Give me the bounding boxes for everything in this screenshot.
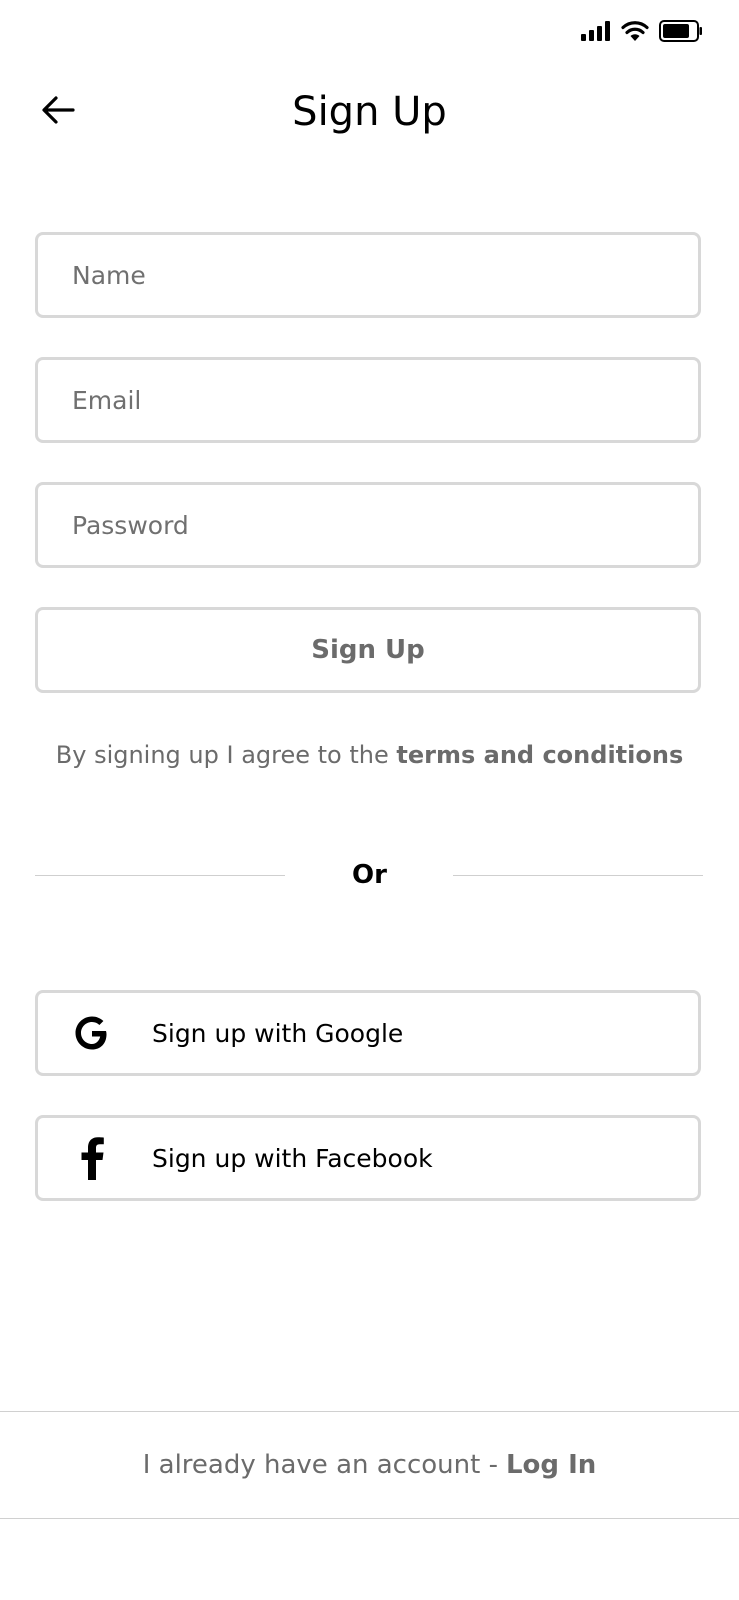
sign-up-button[interactable]: Sign Up xyxy=(35,607,701,693)
battery-icon xyxy=(659,20,703,46)
terms-prefix: By signing up I agree to the xyxy=(55,741,389,769)
facebook-signup-button[interactable]: Sign up with Facebook xyxy=(35,1115,701,1201)
name-field-container xyxy=(35,232,701,318)
divider-right xyxy=(453,875,703,876)
google-icon xyxy=(72,1011,112,1055)
terms-text: By signing up I agree to the terms and c… xyxy=(0,738,739,772)
signal-icon xyxy=(581,21,611,45)
wifi-icon xyxy=(621,20,649,46)
email-field-container xyxy=(35,357,701,443)
footer-prefix: I already have an account - xyxy=(142,1450,498,1480)
status-icons xyxy=(581,20,703,46)
facebook-signup-label: Sign up with Facebook xyxy=(152,1143,433,1173)
footer: I already have an account - Log In xyxy=(0,1412,739,1518)
header: Sign Up xyxy=(0,70,739,154)
email-field[interactable] xyxy=(38,360,698,440)
page-title: Sign Up xyxy=(292,89,447,135)
terms-link[interactable]: terms and conditions xyxy=(396,741,683,769)
google-signup-button[interactable]: Sign up with Google xyxy=(35,990,701,1076)
password-field[interactable] xyxy=(38,485,698,565)
log-in-link[interactable]: Log In xyxy=(506,1450,596,1480)
password-field-container xyxy=(35,482,701,568)
status-bar xyxy=(0,0,739,66)
google-signup-label: Sign up with Google xyxy=(152,1018,404,1048)
name-field[interactable] xyxy=(38,235,698,315)
footer-bottom-rule xyxy=(0,1518,739,1519)
facebook-icon xyxy=(72,1136,112,1180)
